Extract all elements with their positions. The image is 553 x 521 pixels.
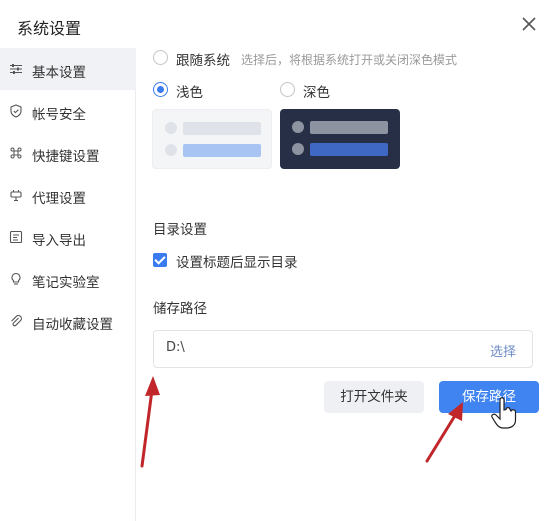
- sidebar-item-label: 笔记实验室: [32, 275, 100, 291]
- dialog-header: 系统设置: [0, 0, 553, 48]
- choose-path-link[interactable]: 选择: [490, 341, 516, 360]
- preview-dot: [165, 144, 177, 156]
- sidebar-item-label: 自动收藏设置: [32, 317, 113, 333]
- storage-section-title: 储存路径: [153, 301, 207, 317]
- light-theme-preview[interactable]: [152, 109, 272, 169]
- command-key-icon: [10, 147, 22, 159]
- proxy-plug-icon: [10, 190, 22, 202]
- dark-theme-preview[interactable]: [280, 109, 400, 169]
- storage-path-input[interactable]: [166, 340, 446, 355]
- sidebar-item-label: 帐号安全: [32, 107, 86, 123]
- open-folder-button[interactable]: 打开文件夹: [324, 381, 424, 413]
- sidebar-item-proxy[interactable]: 代理设置: [0, 174, 136, 216]
- storage-path-field: 选择: [153, 330, 533, 368]
- sidebar-item-shortcuts[interactable]: 快捷键设置: [0, 132, 136, 174]
- preview-dot: [292, 143, 304, 155]
- sidebar-item-import-export[interactable]: 导入导出: [0, 216, 136, 258]
- sidebar-item-account-security[interactable]: 帐号安全: [0, 90, 136, 132]
- light-theme-radio[interactable]: [153, 82, 168, 97]
- sidebar-item-label: 代理设置: [32, 191, 86, 207]
- sidebar-item-notes-lab[interactable]: 笔记实验室: [0, 258, 136, 300]
- light-theme-label: 浅色: [176, 85, 203, 101]
- settings-sidebar: 基本设置 帐号安全 快捷键设置 代理设置 导入导出 笔记实验室 自动收藏设置: [0, 48, 136, 521]
- close-icon[interactable]: [519, 14, 539, 34]
- settings-dialog: 系统设置 基本设置 帐号安全 快捷键设置 代理设置 导入导出 笔记实验室 自动收…: [0, 0, 553, 521]
- preview-bar: [183, 144, 261, 157]
- sidebar-item-label: 导入导出: [32, 233, 86, 249]
- preview-dot: [292, 121, 304, 133]
- sidebar-item-label: 快捷键设置: [32, 149, 100, 165]
- toc-section-title: 目录设置: [153, 222, 207, 238]
- shield-icon: [10, 104, 22, 118]
- show-toc-checkbox[interactable]: [153, 253, 167, 267]
- follow-system-radio[interactable]: [153, 50, 168, 65]
- sidebar-item-basic-settings[interactable]: 基本设置: [0, 48, 136, 90]
- preview-bar: [310, 121, 388, 134]
- sliders-icon: [10, 64, 22, 74]
- save-path-button[interactable]: 保存路径: [439, 381, 539, 413]
- sidebar-item-label: 基本设置: [32, 65, 86, 81]
- follow-system-label: 跟随系统: [176, 53, 230, 69]
- dark-theme-label: 深色: [303, 85, 330, 101]
- paperclip-icon: [11, 314, 22, 327]
- sidebar-item-auto-collect[interactable]: 自动收藏设置: [0, 300, 136, 342]
- preview-bar: [310, 143, 388, 156]
- lightbulb-icon: [11, 272, 21, 285]
- preview-bar: [183, 122, 261, 135]
- dialog-title: 系统设置: [17, 19, 82, 38]
- show-toc-label: 设置标题后显示目录: [176, 255, 298, 271]
- import-export-icon: [9, 230, 23, 244]
- basic-settings-panel: 跟随系统 选择后，将根据系统打开或关闭深色模式 浅色 深色 目录设置 设置标题后…: [137, 48, 553, 521]
- follow-system-hint: 选择后，将根据系统打开或关闭深色模式: [241, 53, 458, 67]
- dark-theme-radio[interactable]: [280, 82, 295, 97]
- preview-dot: [165, 122, 177, 134]
